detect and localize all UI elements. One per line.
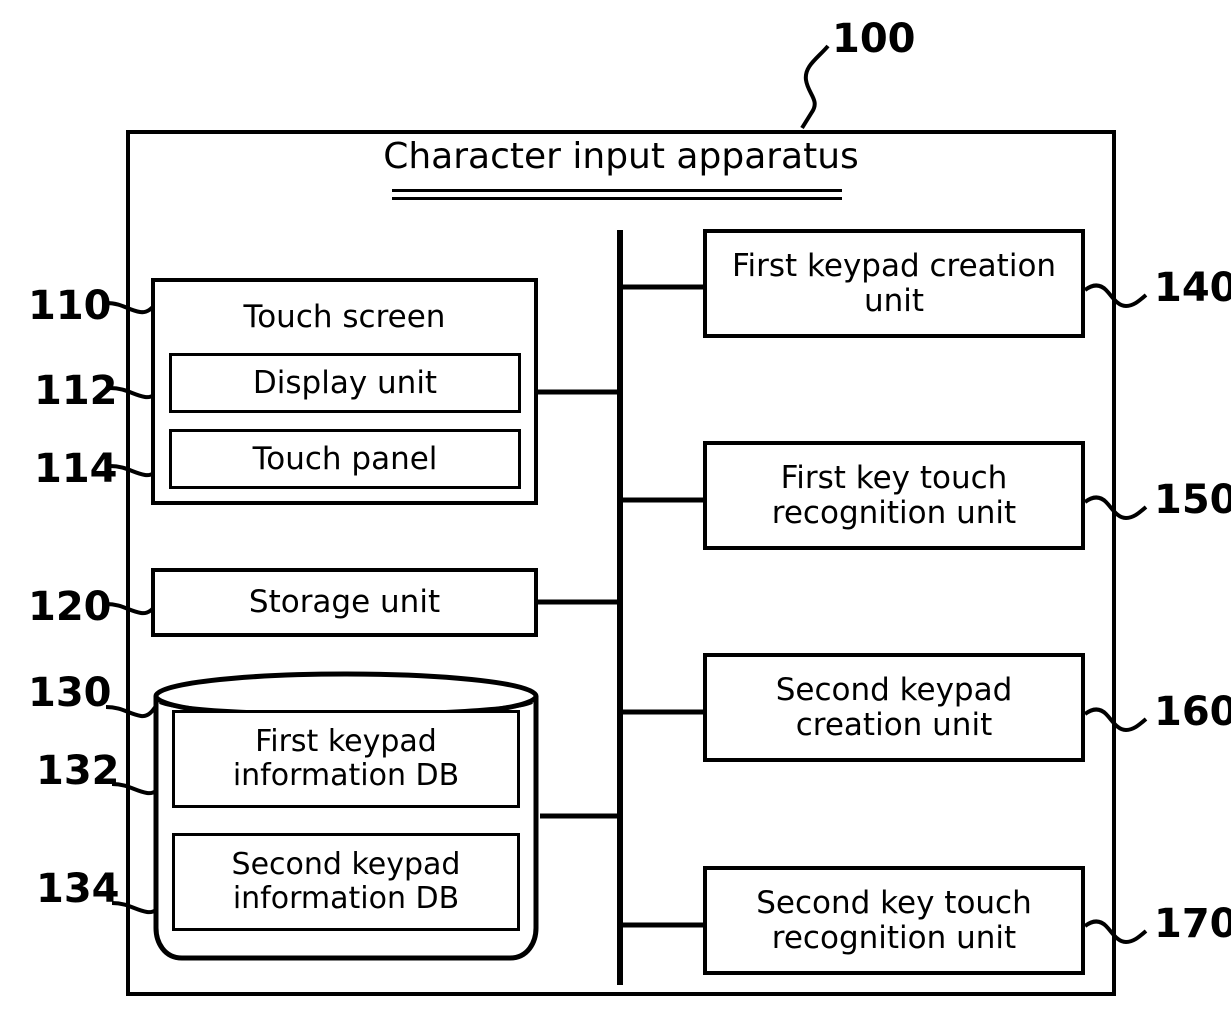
ref-numeral-110: 110 [28,283,112,329]
title-underline [392,189,842,201]
block-first-keypad-information-db-label: First keypad information DB [232,724,460,793]
ref-numeral-112: 112 [34,368,118,414]
block-second-key-touch-recognition-unit-label: Second key touch recognition unit [756,884,1032,956]
ref-numeral-114: 114 [34,446,118,492]
block-second-keypad-information-db[interactable]: Second keypad information DB [172,833,520,931]
ref-numeral-150: 150 [1154,477,1231,523]
ref-numeral-100: 100 [832,16,916,62]
block-touch-panel-label: Touch panel [252,440,438,477]
block-second-keypad-information-db-label: Second keypad information DB [231,847,461,916]
block-first-keypad-information-db[interactable]: First keypad information DB [172,710,520,808]
block-first-key-touch-recognition-unit-label: First key touch recognition unit [771,459,1017,531]
block-second-keypad-creation-unit[interactable]: Second keypad creation unit [703,653,1085,762]
block-second-keypad-creation-unit-label: Second keypad creation unit [775,671,1013,743]
ref-numeral-140: 140 [1154,265,1231,311]
block-first-keypad-creation-unit-label: First keypad creation unit [731,247,1057,319]
ref-numeral-170: 170 [1154,901,1231,947]
leader-line-100 [800,44,830,130]
ref-numeral-160: 160 [1154,689,1231,735]
block-storage-unit[interactable]: Storage unit [151,568,538,637]
block-first-keypad-creation-unit[interactable]: First keypad creation unit [703,229,1085,338]
ref-numeral-130: 130 [28,670,112,716]
block-touch-panel[interactable]: Touch panel [169,429,521,489]
ref-numeral-132: 132 [36,748,120,794]
ref-numeral-120: 120 [28,584,112,630]
block-first-key-touch-recognition-unit[interactable]: First key touch recognition unit [703,441,1085,550]
ref-numeral-134: 134 [36,866,120,912]
block-second-key-touch-recognition-unit[interactable]: Second key touch recognition unit [703,866,1085,975]
figure-canvas: Character input apparatus Touch screen D… [0,0,1231,1021]
block-storage-unit-label: Storage unit [248,584,441,621]
block-display-unit[interactable]: Display unit [169,353,521,413]
block-display-unit-label: Display unit [252,364,438,401]
block-touch-screen-label: Touch screen [243,299,446,335]
figure-title: Character input apparatus [383,136,859,177]
